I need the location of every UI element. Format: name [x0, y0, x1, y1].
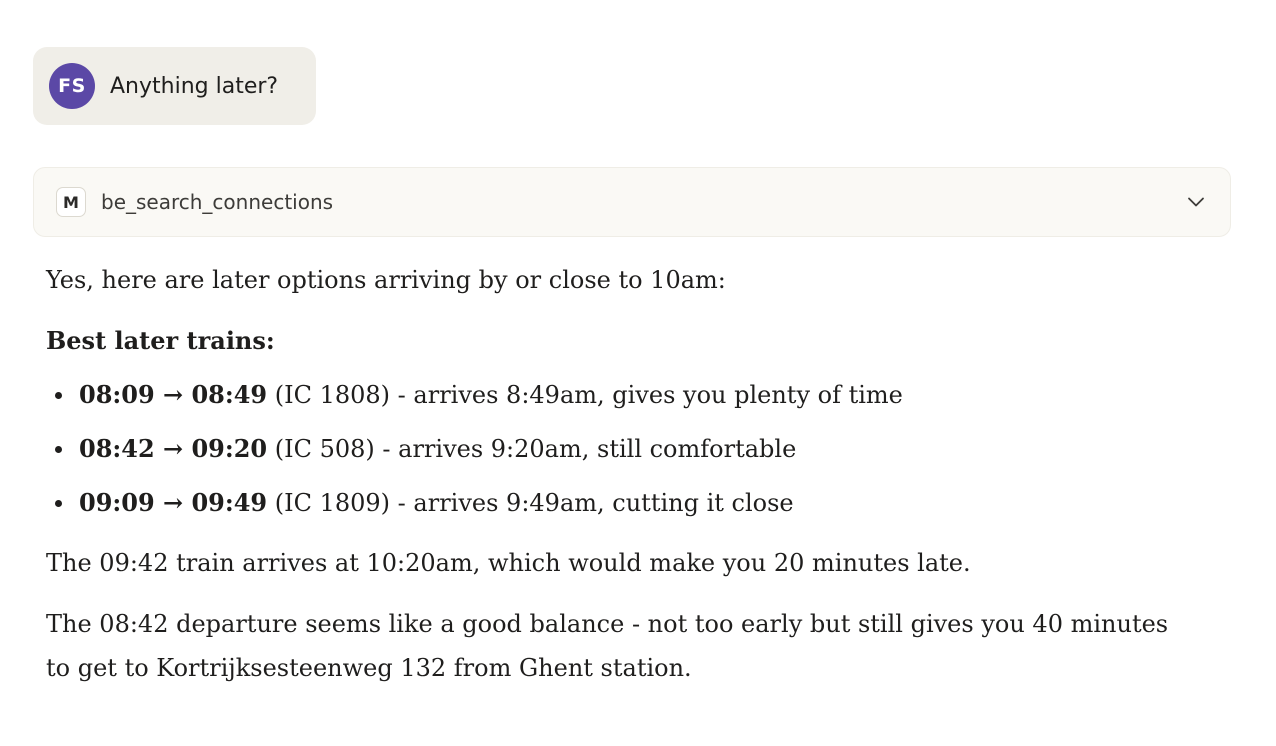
response-conclusion: The 08:42 departure seems like a good ba…	[46, 610, 1169, 682]
train-list-item: 08:09 → 08:49 (IC 1808) - arrives 8:49am…	[46, 373, 1196, 417]
train-detail: (IC 1809) - arrives 9:49am, cutting it c…	[267, 489, 794, 517]
response-note: The 09:42 train arrives at 10:20am, whic…	[46, 549, 971, 577]
user-message-text: Anything later?	[110, 73, 279, 99]
user-message-bubble: FS Anything later?	[33, 47, 317, 125]
user-avatar: FS	[49, 63, 95, 109]
bullet	[55, 500, 62, 507]
train-list: 08:09 → 08:49 (IC 1808) - arrives 8:49am…	[46, 373, 1196, 525]
tool-name: be_search_connections	[101, 190, 334, 214]
chevron-down-icon[interactable]	[1186, 192, 1206, 212]
train-list-item: 09:09 → 09:49 (IC 1809) - arrives 9:49am…	[46, 481, 1196, 525]
assistant-response: Yes, here are later options arriving by …	[46, 258, 1196, 690]
tool-icon: M	[56, 187, 86, 217]
bullet	[55, 446, 62, 453]
response-intro: Yes, here are later options arriving by …	[46, 266, 726, 294]
train-detail: (IC 1808) - arrives 8:49am, gives you pl…	[267, 381, 903, 409]
train-time: 08:42 → 09:20	[79, 434, 268, 463]
train-time: 08:09 → 08:49	[79, 380, 268, 409]
tool-call-card[interactable]: M be_search_connections	[33, 167, 1231, 237]
train-time: 09:09 → 09:49	[79, 488, 268, 517]
train-list-item: 08:42 → 09:20 (IC 508) - arrives 9:20am,…	[46, 427, 1196, 471]
train-detail: (IC 508) - arrives 9:20am, still comfort…	[267, 435, 797, 463]
bullet	[55, 392, 62, 399]
response-heading: Best later trains:	[46, 326, 275, 355]
